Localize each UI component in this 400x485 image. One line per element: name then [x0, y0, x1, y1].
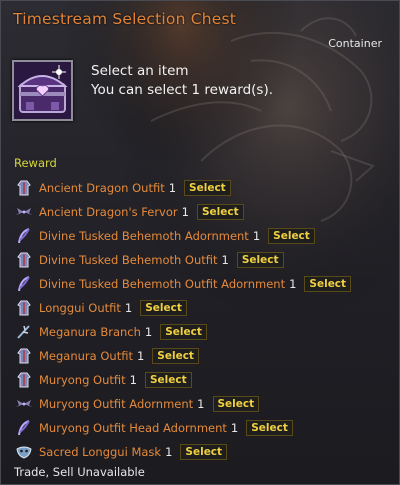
reward-quantity: 1 — [136, 349, 145, 363]
reward-quantity: 1 — [165, 445, 173, 459]
select-button[interactable]: Select — [152, 348, 199, 364]
reward-row: Divine Tusked Behemoth Outfit 1 Select — [14, 248, 394, 272]
select-button[interactable]: Select — [268, 228, 315, 244]
reward-row: Muryong Outfit Head Adornment 1 Select — [14, 416, 394, 440]
reward-name: Longgui Outfit — [39, 301, 121, 315]
reward-quantity: 1 — [230, 421, 239, 435]
reward-name: Divine Tusked Behemoth Outfit Adornment — [39, 277, 286, 291]
select-button[interactable]: Select — [140, 300, 187, 316]
select-button[interactable]: Select — [212, 396, 260, 412]
reward-row: Sacred Longgui Mask 1 Select — [14, 440, 394, 464]
select-button[interactable]: Select — [160, 324, 207, 340]
feather-icon — [14, 418, 34, 438]
reward-row: Longgui Outfit 1 Select — [14, 296, 394, 320]
reward-quantity: 1 — [124, 301, 133, 315]
mask-icon — [14, 442, 34, 462]
reward-name: Meganura Outfit — [39, 349, 133, 363]
reward-quantity: 1 — [181, 205, 189, 219]
reward-name: Muryong Outfit Head Adornment — [39, 421, 227, 435]
select-button[interactable]: Select — [304, 276, 352, 292]
outfit-icon — [14, 298, 34, 318]
item-description: Select an item You can select 1 reward(s… — [91, 62, 273, 100]
reward-name: Muryong Outfit — [39, 373, 126, 387]
item-type-label: Container — [328, 37, 382, 50]
wings-icon — [14, 394, 34, 414]
reward-row: Divine Tusked Behemoth Outfit Adornment 1… — [14, 272, 394, 296]
select-button[interactable]: Select — [246, 420, 293, 436]
select-button[interactable]: Select — [184, 180, 231, 196]
reward-name: Sacred Longgui Mask — [39, 445, 162, 459]
reward-quantity: 1 — [252, 229, 261, 243]
reward-row: Ancient Dragon's Fervor 1 Select — [14, 200, 394, 224]
reward-name: Ancient Dragon's Fervor — [39, 205, 178, 219]
reward-row: Divine Tusked Behemoth Adornment 1 Select — [14, 224, 394, 248]
description-line-2: You can select 1 reward(s). — [91, 82, 273, 98]
reward-name: Muryong Outfit Adornment — [39, 397, 194, 411]
trade-restriction-label: Trade, Sell Unavailable — [14, 465, 145, 479]
reward-name: Divine Tusked Behemoth Adornment — [39, 229, 249, 243]
wings-icon — [14, 202, 34, 222]
branch-icon — [14, 322, 34, 342]
reward-row: Meganura Outfit 1 Select — [14, 344, 394, 368]
reward-row: Ancient Dragon Outfit 1 Select — [14, 176, 394, 200]
select-button[interactable]: Select — [180, 444, 228, 460]
reward-quantity: 1 — [197, 397, 205, 411]
outfit-icon — [14, 346, 34, 366]
outfit-icon — [14, 250, 34, 270]
reward-row: Muryong Outfit Adornment 1 Select — [14, 392, 394, 416]
select-button[interactable]: Select — [144, 372, 192, 388]
outfit-icon — [14, 370, 34, 390]
select-button[interactable]: Select — [236, 252, 284, 268]
reward-quantity: 1 — [144, 325, 153, 339]
description-line-1: Select an item — [91, 63, 189, 79]
feather-icon — [14, 274, 34, 294]
reward-quantity: 1 — [289, 277, 297, 291]
select-button[interactable]: Select — [196, 204, 244, 220]
feather-icon — [14, 226, 34, 246]
reward-quantity: 1 — [129, 373, 137, 387]
reward-row: Meganura Branch 1 Select — [14, 320, 394, 344]
outfit-icon — [14, 178, 34, 198]
reward-name: Meganura Branch — [39, 325, 141, 339]
reward-row: Muryong Outfit 1 Select — [14, 368, 394, 392]
reward-quantity: 1 — [221, 253, 229, 267]
reward-header: Reward — [14, 156, 57, 170]
reward-name: Ancient Dragon Outfit — [39, 181, 165, 195]
item-title: Timestream Selection Chest — [13, 10, 237, 28]
reward-quantity: 1 — [168, 181, 177, 195]
reward-list: Ancient Dragon Outfit 1 Select Ancient Drag… — [14, 176, 394, 464]
item-tooltip: Timestream Selection Chest Container Sel… — [0, 0, 400, 485]
reward-name: Divine Tusked Behemoth Outfit — [39, 253, 218, 267]
chest-icon — [12, 60, 73, 121]
